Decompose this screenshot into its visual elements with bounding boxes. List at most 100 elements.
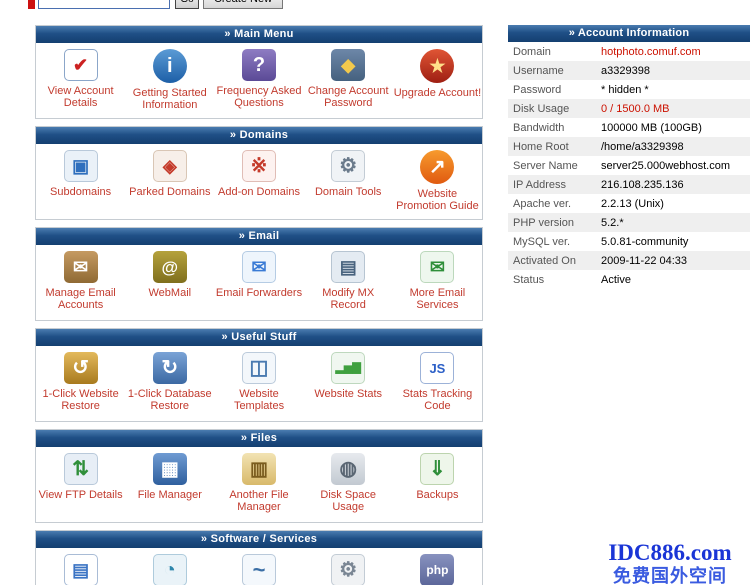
section-items: ⇅View FTP Details ▦ File Manager ▥ Another F… — [36, 447, 482, 513]
section-items: ↺1-Click Website Restore↻1-Click Databas… — [36, 346, 482, 412]
menu-item-label: WebMail — [149, 287, 192, 299]
parked-domains-icon: ◈ — [153, 150, 187, 182]
menu-item-file-manager[interactable]: ▦ File Manager — [125, 453, 214, 513]
menu-item-label: Manage Email Accounts — [36, 287, 125, 311]
menu-item-frequency-asked-questions[interactable]: ?Frequency Asked Questions — [214, 49, 303, 111]
menu-item-label: Subdomains — [50, 186, 111, 198]
menu-item-add-on-domains[interactable]: ※Add-on Domains — [214, 150, 303, 212]
more-email-icon: ✉ — [420, 251, 454, 283]
addon-domains-icon: ※ — [242, 150, 276, 182]
menu-item-php-icon[interactable]: php — [393, 554, 482, 585]
file-manager-icon: ▦ — [153, 453, 187, 485]
account-row-value: 100000 MB (100GB) — [601, 122, 702, 134]
menu-item-website-promotion-guide[interactable]: ↗ Website Promotion Guide — [393, 150, 482, 212]
menu-item-subdomains[interactable]: ▣Subdomains — [36, 150, 125, 212]
section-files: » Files ⇅View FTP Details ▦ File Manager ▥ An… — [35, 429, 483, 523]
account-row-value: Active — [601, 274, 631, 286]
account-row-value: 0 / 1500.0 MB — [601, 103, 670, 115]
account-row-value: /home/a3329398 — [601, 141, 684, 153]
database-restore-icon: ↻ — [153, 352, 187, 384]
menu-item-email-forwarders[interactable]: ✉Email Forwarders — [214, 251, 303, 311]
go-button[interactable]: Go — [175, 0, 199, 9]
section-main-menu: » Main Menu ✔View Account Details i Getting… — [35, 25, 483, 119]
menu-item-software-list-icon[interactable]: ▤ — [36, 554, 125, 585]
menu-item-backups[interactable]: ⇓Backups — [393, 453, 482, 513]
menu-item-label: Another File Manager — [214, 489, 303, 513]
menu-item-view-account-details[interactable]: ✔View Account Details — [36, 49, 125, 111]
account-row-value: hotphoto.comuf.com — [601, 46, 701, 58]
menu-item-label: Website Promotion Guide — [393, 188, 482, 212]
menu-item-webmail[interactable]: @WebMail — [125, 251, 214, 311]
menu-item-label: Stats Tracking Code — [393, 388, 482, 412]
menu-item-label: Backups — [416, 489, 458, 501]
section-header: » Files — [36, 430, 482, 447]
account-row-label: Apache ver. — [508, 198, 601, 210]
ftp-details-icon: ⇅ — [64, 453, 98, 485]
account-row-label: Home Root — [508, 141, 601, 153]
menu-item-upgrade-account[interactable]: ★ Upgrade Account! — [393, 49, 482, 111]
menu-item-label: Modify MX Record — [304, 287, 393, 311]
menu-item-domain-tools[interactable]: ⚙Domain Tools — [304, 150, 393, 212]
account-row-value: 2.2.13 (Unix) — [601, 198, 664, 210]
menu-item-label: Website Templates — [214, 388, 303, 412]
menu-item-1-click-database-restore[interactable]: ↻1-Click Database Restore — [125, 352, 214, 412]
upgrade-account-icon: ★ — [420, 49, 454, 83]
watermark-line2: 免费国外空间 — [586, 565, 750, 585]
menu-item-label: Change Account Password — [304, 85, 393, 109]
menu-item-getting-started-information[interactable]: i Getting Started Information — [125, 49, 214, 111]
website-stats-icon: ▂▅▇ — [331, 352, 365, 384]
menu-item-disk-space-usage[interactable]: ◍Disk Space Usage — [304, 453, 393, 513]
account-row-label: MySQL ver. — [508, 236, 601, 248]
getting-started-icon: i — [153, 49, 187, 83]
php-icon: php — [420, 554, 454, 585]
change-password-icon: ◆ — [331, 49, 365, 81]
account-info-row-ip-address: IP Address216.108.235.136 — [508, 175, 750, 194]
account-row-label: Activated On — [508, 255, 601, 267]
menu-item-website-templates[interactable]: ◫ Website Templates — [214, 352, 303, 412]
menu-item-parked-domains[interactable]: ◈Parked Domains — [125, 150, 214, 212]
another-file-manager-icon: ▥ — [242, 453, 276, 485]
menu-item-label: Email Forwarders — [216, 287, 302, 299]
menu-item-view-ftp-details[interactable]: ⇅View FTP Details — [36, 453, 125, 513]
logo-dot — [28, 0, 35, 9]
software-list-icon: ▤ — [64, 554, 98, 585]
menu-item-change-account-password[interactable]: ◆ Change Account Password — [304, 49, 393, 111]
watermark: IDC886.com 免费国外空间 — [586, 541, 750, 585]
section-items: ✔View Account Details i Getting Started In… — [36, 43, 482, 111]
account-row-label: Username — [508, 65, 601, 77]
website-templates-icon: ◫ — [242, 352, 276, 384]
account-info-row-bandwidth: Bandwidth100000 MB (100GB) — [508, 118, 750, 137]
account-row-value: * hidden * — [601, 84, 649, 96]
domain-select-input[interactable] — [38, 0, 170, 9]
account-row-value: 5.0.81-community — [601, 236, 688, 248]
menu-item-label: Upgrade Account! — [394, 87, 481, 99]
disk-usage-icon: ◍ — [331, 453, 365, 485]
stats-code-icon: JS — [420, 352, 454, 384]
create-new-button[interactable]: Create New — [203, 0, 283, 9]
menu-item-another-file-manager[interactable]: ▥ Another File Manager — [214, 453, 303, 513]
software-installer-icon: ◔ — [153, 554, 187, 585]
menu-item-1-click-website-restore[interactable]: ↺1-Click Website Restore — [36, 352, 125, 412]
menu-item-modify-mx-record[interactable]: ▤Modify MX Record — [304, 251, 393, 311]
menu-item-label: File Manager — [138, 489, 202, 501]
menu-item-scripts-icon[interactable]: ⚙ — [304, 554, 393, 585]
account-info-panel: » Account Information Domainhotphoto.com… — [508, 25, 750, 289]
section-header: » Main Menu — [36, 26, 482, 43]
sections-column: » Main Menu ✔View Account Details i Getting… — [35, 25, 483, 585]
menu-item-website-stats[interactable]: ▂▅▇Website Stats — [304, 352, 393, 412]
menu-item-more-email-services[interactable]: ✉More Email Services — [393, 251, 482, 311]
website-promotion-icon: ↗ — [420, 150, 454, 184]
menu-item-label: 1-Click Website Restore — [36, 388, 125, 412]
menu-item-stats-tracking-code[interactable]: JS Stats Tracking Code — [393, 352, 482, 412]
menu-item-software-installer-icon[interactable]: ◔ — [125, 554, 214, 585]
section-header: » Useful Stuff — [36, 329, 482, 346]
control-panel-page: Go Create New » Main Menu ✔View Account D… — [0, 0, 750, 585]
faq-icon: ? — [242, 49, 276, 81]
scripts-icon: ⚙ — [331, 554, 365, 585]
account-info-row-status: StatusActive — [508, 270, 750, 289]
account-row-value: server25.000webhost.com — [601, 160, 730, 172]
menu-item-label: Getting Started Information — [125, 87, 214, 111]
menu-item-mysql-icon[interactable]: ~ — [214, 554, 303, 585]
watermark-line1: IDC886.com — [586, 541, 750, 565]
menu-item-manage-email-accounts[interactable]: ✉Manage Email Accounts — [36, 251, 125, 311]
